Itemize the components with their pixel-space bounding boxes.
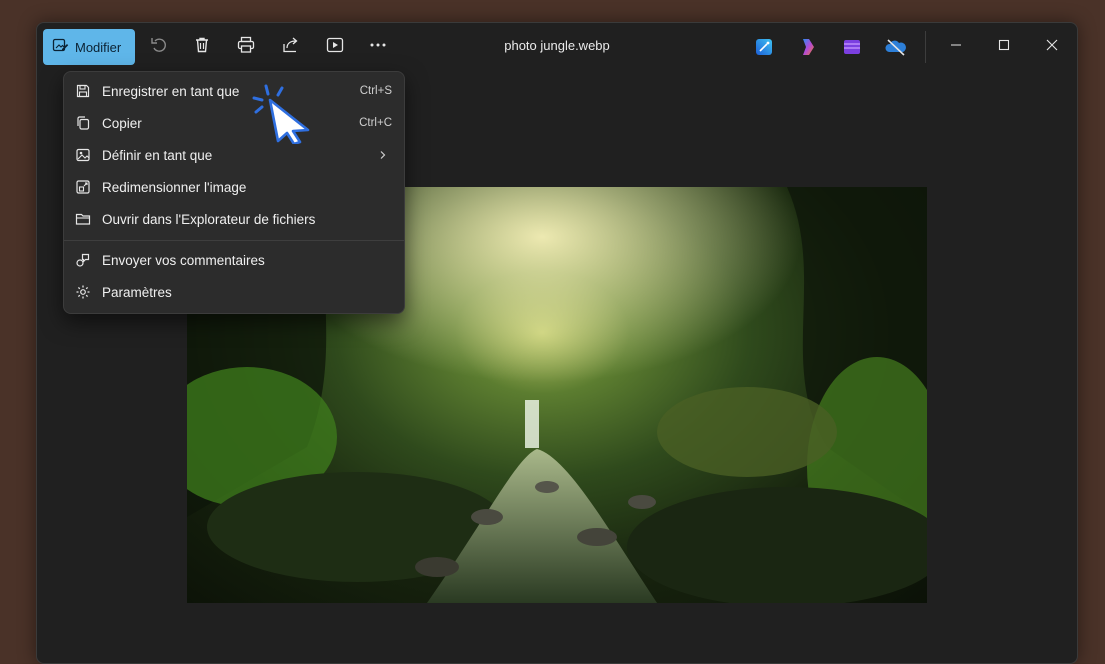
feedback-icon bbox=[74, 251, 92, 269]
close-icon bbox=[1046, 38, 1058, 56]
share-icon bbox=[281, 35, 301, 60]
resize-image-icon bbox=[74, 178, 92, 196]
minimize-icon bbox=[950, 38, 962, 56]
menu-item-open-explorer[interactable]: Ouvrir dans l'Explorateur de fichiers bbox=[68, 204, 400, 234]
menu-item-feedback[interactable]: Envoyer vos commentaires bbox=[68, 245, 400, 275]
toolbar-divider bbox=[925, 31, 926, 63]
menu-item-label: Enregistrer en tant que bbox=[102, 83, 240, 99]
menu-item-label: Paramètres bbox=[102, 284, 172, 300]
more-icon bbox=[368, 35, 388, 60]
copilot-app-icon bbox=[797, 39, 819, 62]
menu-divider bbox=[64, 240, 404, 241]
shortcut-label: Ctrl+C bbox=[359, 117, 392, 129]
more-options-button[interactable] bbox=[364, 33, 392, 61]
menu-item-label: Copier bbox=[102, 115, 142, 131]
designer-app-button[interactable] bbox=[753, 36, 775, 58]
menu-item-save-as[interactable]: Enregistrer en tant que Ctrl+S bbox=[68, 76, 400, 106]
set-as-icon bbox=[74, 146, 92, 164]
clipchamp-app-button[interactable] bbox=[841, 36, 863, 58]
copy-icon bbox=[74, 114, 92, 132]
maximize-button[interactable] bbox=[989, 33, 1019, 61]
chevron-right-icon bbox=[378, 150, 388, 160]
slideshow-icon bbox=[325, 35, 345, 60]
menu-item-settings[interactable]: Paramètres bbox=[68, 277, 400, 307]
menu-item-label: Redimensionner l'image bbox=[102, 179, 247, 195]
toolbar: Modifier photo jungle.webp bbox=[37, 23, 1077, 71]
delete-button[interactable] bbox=[188, 33, 216, 61]
print-button[interactable] bbox=[232, 33, 260, 61]
onedrive-app-button[interactable] bbox=[885, 36, 907, 58]
clipchamp-app-icon bbox=[841, 40, 863, 62]
menu-item-label: Ouvrir dans l'Explorateur de fichiers bbox=[102, 211, 316, 227]
menu-item-label: Envoyer vos commentaires bbox=[102, 252, 265, 268]
gear-icon bbox=[74, 283, 92, 301]
menu-item-copy[interactable]: Copier Ctrl+C bbox=[68, 108, 400, 138]
save-icon bbox=[74, 82, 92, 100]
print-icon bbox=[236, 35, 256, 60]
modifier-label: Modifier bbox=[75, 39, 122, 55]
more-options-menu: Enregistrer en tant que Ctrl+S Copier Ct… bbox=[63, 71, 405, 314]
menu-item-label: Définir en tant que bbox=[102, 147, 213, 163]
minimize-button[interactable] bbox=[941, 33, 971, 61]
rotate-icon bbox=[149, 35, 169, 60]
menu-item-set-as[interactable]: Définir en tant que bbox=[68, 140, 400, 170]
onedrive-app-icon bbox=[885, 39, 907, 62]
copilot-app-button[interactable] bbox=[797, 36, 819, 58]
shortcut-label: Ctrl+S bbox=[359, 85, 392, 97]
maximize-icon bbox=[998, 38, 1010, 56]
delete-icon bbox=[192, 35, 212, 60]
rotate-button[interactable] bbox=[145, 33, 173, 61]
slideshow-button[interactable] bbox=[321, 33, 349, 61]
folder-icon bbox=[74, 210, 92, 228]
close-button[interactable] bbox=[1037, 33, 1067, 61]
designer-app-icon bbox=[753, 39, 775, 62]
menu-item-resize[interactable]: Redimensionner l'image bbox=[68, 172, 400, 202]
modifier-button[interactable]: Modifier bbox=[43, 29, 135, 65]
share-button[interactable] bbox=[277, 33, 305, 61]
edit-image-icon bbox=[52, 37, 69, 57]
